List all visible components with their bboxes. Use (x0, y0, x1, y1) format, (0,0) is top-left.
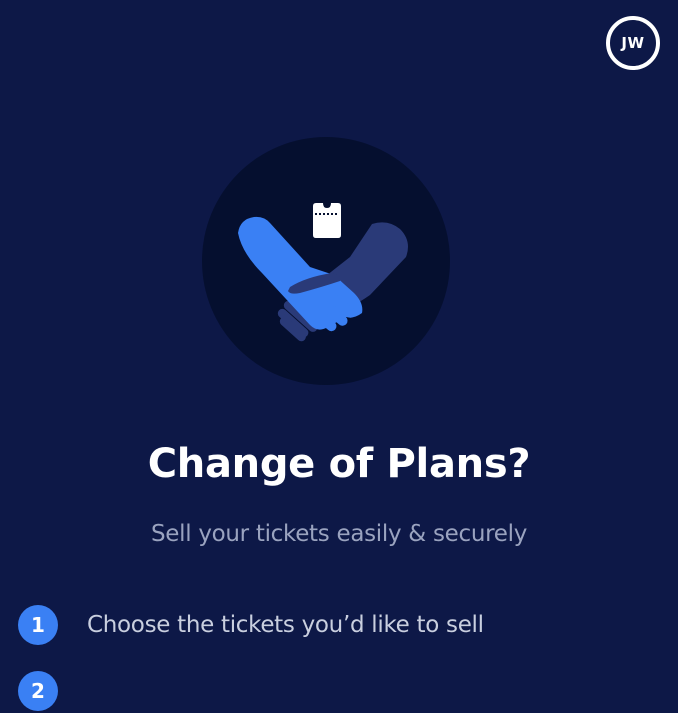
handshake-ticket-icon (238, 203, 408, 342)
step-item: 1 Choose the tickets you’d like to sell (18, 603, 484, 647)
hero-illustration (202, 137, 450, 385)
user-avatar[interactable]: JW (606, 16, 660, 70)
step-text: Choose the tickets you’d like to sell (87, 612, 484, 638)
page-title: Change of Plans? (147, 441, 531, 487)
step-item: 2 (18, 669, 87, 713)
avatar-initials: JW (621, 34, 645, 52)
step-number-badge: 2 (18, 671, 58, 711)
page-subtitle: Sell your tickets easily & securely (150, 521, 528, 547)
step-number-badge: 1 (18, 605, 58, 645)
